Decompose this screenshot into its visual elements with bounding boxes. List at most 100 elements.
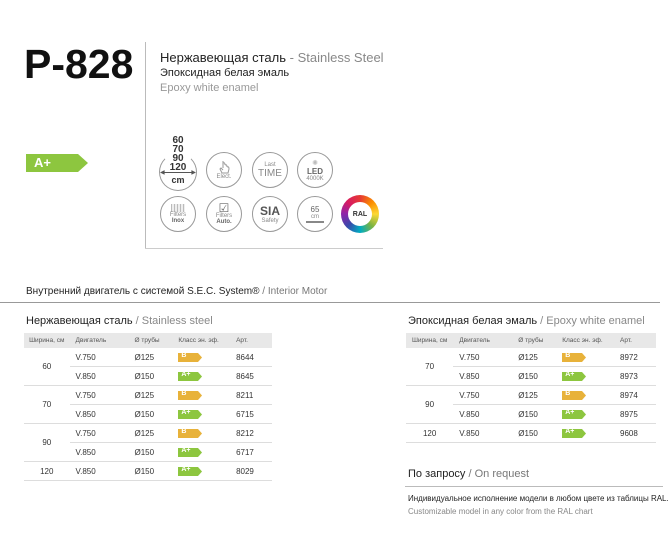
energy-class-cell: A+	[172, 366, 231, 386]
pipe-cell: Ø125	[128, 348, 173, 367]
energy-class-cell: B	[556, 348, 615, 367]
article-cell: 8211	[230, 385, 272, 405]
energy-class-badge-label: B	[181, 427, 187, 435]
article-cell: 9608	[614, 423, 656, 443]
filters-inox-icon: Filters Inox	[160, 196, 196, 232]
energy-class-badge: A+	[178, 447, 203, 457]
motor-cell: V.750	[453, 385, 513, 405]
filters-auto-icon: ☑ Filters Auto.	[206, 196, 242, 232]
energy-class-badge-label: B	[181, 389, 187, 397]
table-right-title: Эпоксидная белая эмаль / Epoxy white ena…	[408, 315, 645, 327]
pipe-cell: Ø150	[128, 442, 173, 462]
table-header-cell: Ø трубы	[512, 333, 557, 348]
width-cell: 120	[406, 423, 454, 443]
pipe-cell: Ø125	[128, 423, 173, 443]
pipe-cell: Ø150	[512, 404, 557, 424]
table-left-title-en: / Stainless steel	[135, 315, 213, 327]
section-separator	[0, 302, 660, 303]
energy-class-badge: A+	[562, 408, 587, 419]
led-label: LED	[307, 166, 323, 176]
material-ru: Нержавеющая сталь	[160, 50, 286, 65]
table-right-title-en: / Epoxy white enamel	[540, 315, 645, 327]
material-en: - Stainless Steel	[289, 50, 384, 65]
article-cell: 8974	[614, 385, 656, 405]
table-left-title: Нержавеющая сталь / Stainless steel	[26, 315, 213, 327]
article-cell: 8975	[614, 404, 656, 424]
energy-class-badge-label: B	[565, 351, 571, 359]
motor-cell: V.850	[69, 442, 129, 462]
motor-cell: V.850	[69, 404, 129, 424]
pipe-cell: Ø150	[128, 404, 173, 424]
sia-safety-icon: SIA Safety	[252, 196, 288, 232]
model-title: P-828	[24, 41, 134, 87]
table-header-cell: Класс эн. эф.	[556, 333, 615, 348]
width-cell: 60	[24, 348, 70, 386]
height-icon: 65 cm	[297, 196, 333, 232]
energy-class-cell: B	[172, 385, 231, 405]
pipe-cell: Ø150	[512, 366, 557, 386]
energy-class-badge-label: A+	[181, 408, 191, 416]
pipe-cell: Ø125	[512, 385, 557, 405]
ral-icon: RAL	[341, 195, 379, 233]
table-header-cell: Двигатель	[453, 333, 513, 348]
table-header-row: Ширина, см Двигатель Ø трубы Класс эн. эф. А…	[406, 333, 656, 348]
energy-class-cell: A+	[172, 442, 231, 462]
energy-class-badge-label: B	[565, 389, 571, 397]
material-line-1: Нержавеющая сталь - Stainless Steel	[160, 50, 384, 65]
energy-class-cell: B	[172, 423, 231, 443]
energy-class-cell: A+	[172, 404, 231, 424]
article-cell: 8972	[614, 348, 656, 367]
check-icon: ☑	[218, 201, 230, 215]
energy-class-cell: A+	[172, 461, 231, 481]
table-right-title-ru: Эпоксидная белая эмаль	[408, 315, 538, 327]
width-cell: 70	[24, 385, 70, 424]
led-icon: ✺ LED 4000K	[297, 152, 333, 188]
sizes-icon: 60 70 90 120 ◀ ▶ cm	[158, 136, 198, 191]
elect-label: Elect.	[216, 174, 232, 180]
energy-class-label: A+	[34, 155, 51, 170]
filters-auto-bottom: Auto.	[216, 219, 232, 225]
table-row: 60 V.750 Ø125 B 8644	[24, 348, 272, 386]
width-cell: 90	[406, 385, 454, 424]
motor-cell: V.750	[69, 423, 129, 443]
bulb-icon: ✺	[312, 159, 318, 167]
on-request-title-ru: По запросу	[408, 468, 466, 480]
on-request-title-en: / On request	[468, 468, 530, 480]
width-cell: 70	[406, 348, 454, 386]
table-right: Ширина, см Двигатель Ø трубы Класс эн. эф. А…	[406, 333, 656, 443]
motor-cell: V.850	[453, 366, 513, 386]
energy-class-badge: A+	[178, 371, 203, 381]
header-divider	[145, 42, 146, 248]
article-cell: 8645	[230, 366, 272, 386]
table-header-cell: Ширина, см	[24, 333, 70, 348]
table-header-cell: Арт.	[230, 333, 272, 348]
table-header-cell: Ширина, см	[406, 333, 454, 348]
filters-inox-bottom: Inox	[171, 218, 185, 224]
last-time-icon: Last TIME	[252, 152, 288, 188]
motor-cell: V.750	[69, 348, 129, 367]
pipe-cell: Ø125	[128, 385, 173, 405]
energy-class-badge: A+	[178, 465, 203, 476]
energy-class-badge: B	[178, 427, 203, 438]
motor-cell: V.850	[69, 366, 129, 386]
table-row: 90 V.750 Ø125 B 8212	[24, 423, 272, 462]
pipe-cell: Ø150	[128, 461, 173, 481]
material-line-2: Эпоксидная белая эмаль	[160, 67, 290, 79]
motor-cell: V.750	[453, 348, 513, 367]
sia-label: SIA	[259, 204, 280, 218]
sizes-unit: cm	[171, 175, 185, 185]
article-cell: 6715	[230, 404, 272, 424]
on-request-line-en: Customizable model in any color from the…	[408, 507, 593, 516]
energy-class-cell: B	[172, 348, 231, 367]
energy-class-badge-label: A+	[181, 465, 191, 473]
table-header-row: Ширина, см Двигатель Ø трубы Класс эн. эф. А…	[24, 333, 272, 348]
on-request-line-ru: Индивидуальное исполнение модели в любом…	[408, 494, 669, 503]
filter-grid-icon	[171, 204, 185, 212]
energy-class-badge: A+	[562, 371, 587, 381]
section-title-en: / Interior Motor	[262, 286, 328, 297]
pipe-cell: Ø125	[512, 348, 557, 367]
energy-class-cell: B	[556, 385, 615, 405]
material-line-3: Epoxy white enamel	[160, 82, 259, 94]
energy-class-badge: A+	[178, 408, 203, 419]
energy-class-badge-label: A+	[565, 408, 575, 416]
